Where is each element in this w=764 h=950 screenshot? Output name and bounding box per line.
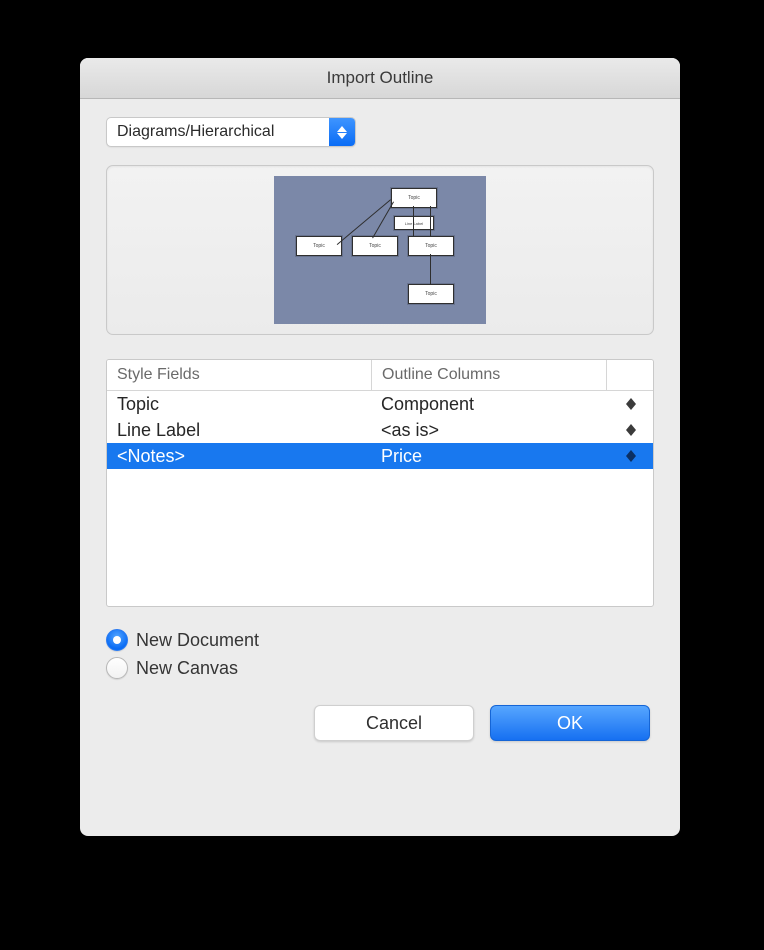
column-header-outline-columns[interactable]: Outline Columns bbox=[372, 360, 607, 390]
radio-button-icon bbox=[106, 657, 128, 679]
dialog-body: Diagrams/Hierarchical Topic Line Label T… bbox=[80, 99, 680, 836]
preview-line-label: Line Label bbox=[394, 216, 434, 230]
up-down-arrows-icon bbox=[329, 118, 355, 146]
radio-new-document[interactable]: New Document bbox=[106, 629, 654, 651]
ok-button[interactable]: OK bbox=[490, 705, 650, 741]
mapping-table: Style Fields Outline Columns Topic Compo… bbox=[106, 359, 654, 607]
row-stepper[interactable] bbox=[607, 391, 653, 417]
import-outline-dialog: Import Outline Diagrams/Hierarchical Top… bbox=[80, 58, 680, 836]
row-stepper[interactable] bbox=[607, 443, 653, 469]
cell-style-field: Topic bbox=[107, 391, 371, 417]
dialog-buttons: Cancel OK bbox=[106, 705, 654, 741]
column-header-stepper bbox=[607, 360, 653, 390]
style-preview: Topic Line Label Topic Topic Topic Topic bbox=[106, 165, 654, 335]
cell-style-field: <Notes> bbox=[107, 443, 371, 469]
preview-node: Topic bbox=[408, 236, 454, 256]
radio-button-icon bbox=[106, 629, 128, 651]
cancel-button[interactable]: Cancel bbox=[314, 705, 474, 741]
destination-radio-group: New Document New Canvas bbox=[106, 629, 654, 679]
radio-label: New Canvas bbox=[136, 658, 238, 679]
button-label: OK bbox=[557, 713, 583, 734]
button-label: Cancel bbox=[366, 713, 422, 734]
row-stepper[interactable] bbox=[607, 417, 653, 443]
table-row[interactable]: Line Label <as is> bbox=[107, 417, 653, 443]
cell-outline-column: Component bbox=[371, 391, 607, 417]
dialog-title: Import Outline bbox=[327, 68, 434, 88]
preview-node: Topic bbox=[352, 236, 398, 256]
column-header-style-fields[interactable]: Style Fields bbox=[107, 360, 372, 390]
table-header: Style Fields Outline Columns bbox=[107, 360, 653, 391]
preview-node: Topic bbox=[408, 284, 454, 304]
cell-style-field: Line Label bbox=[107, 417, 371, 443]
dialog-titlebar: Import Outline bbox=[80, 58, 680, 99]
style-dropdown[interactable]: Diagrams/Hierarchical bbox=[106, 117, 356, 147]
preview-node: Topic bbox=[296, 236, 342, 256]
cell-outline-column: Price bbox=[371, 443, 607, 469]
table-row[interactable]: Topic Component bbox=[107, 391, 653, 417]
table-body: Topic Component Line Label <as is> bbox=[107, 391, 653, 606]
radio-new-canvas[interactable]: New Canvas bbox=[106, 657, 654, 679]
cell-outline-column: <as is> bbox=[371, 417, 607, 443]
radio-label: New Document bbox=[136, 630, 259, 651]
preview-thumbnail: Topic Line Label Topic Topic Topic Topic bbox=[274, 176, 486, 324]
preview-node: Topic bbox=[391, 188, 437, 208]
style-dropdown-value: Diagrams/Hierarchical bbox=[107, 123, 329, 141]
table-row[interactable]: <Notes> Price bbox=[107, 443, 653, 469]
